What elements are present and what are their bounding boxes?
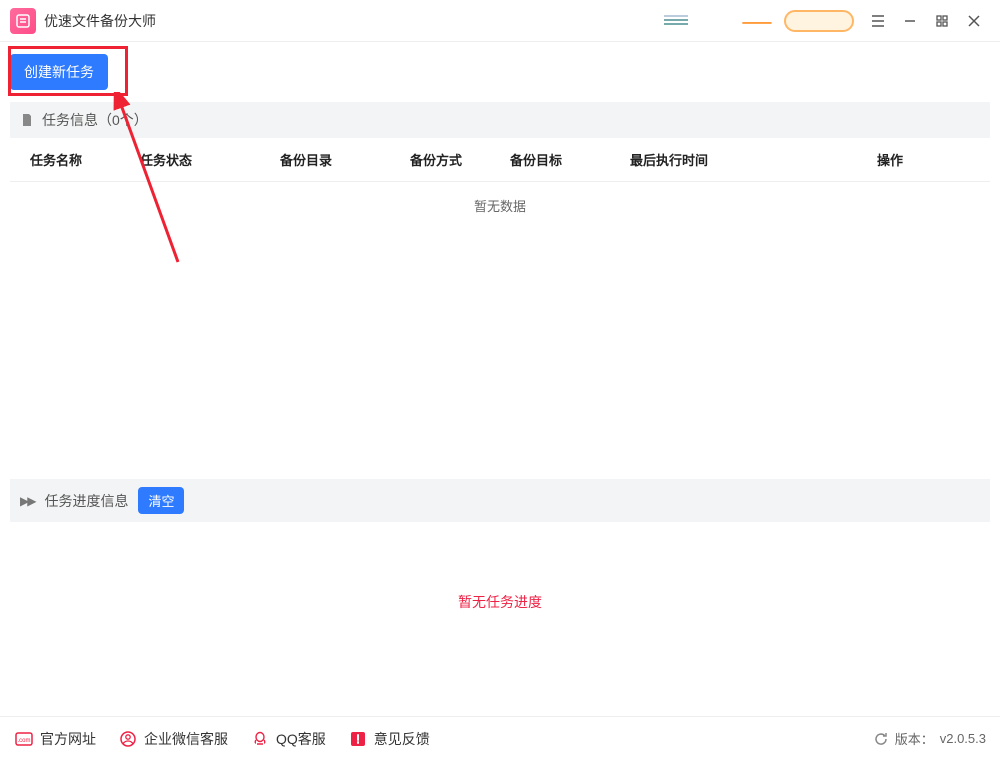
wechat-service-icon — [118, 729, 138, 749]
version-info[interactable]: 版本： v2.0.5.3 — [873, 729, 986, 748]
version-value: v2.0.5.3 — [940, 731, 986, 746]
progress-section-header: ▶▶ 任务进度信息 清空 — [10, 479, 990, 522]
task-section-title: 任务信息（0个） — [42, 110, 148, 130]
footer-link-label: QQ客服 — [276, 729, 326, 749]
footer-link-feedback[interactable]: 意见反馈 — [348, 729, 430, 749]
titlebar-decor-icon — [662, 9, 690, 33]
task-table-header: 任务名称 任务状态 备份目录 备份方式 备份目标 最后执行时间 操作 — [10, 138, 990, 182]
col-task-name: 任务名称 — [20, 150, 140, 169]
maximize-icon[interactable] — [926, 5, 958, 37]
col-backup-target: 备份目标 — [510, 150, 630, 169]
task-table-empty: 暂无数据 — [10, 182, 990, 227]
footer-link-qq[interactable]: QQ客服 — [250, 729, 326, 749]
footer-link-label: 意见反馈 — [374, 729, 430, 749]
app-logo-icon — [10, 8, 36, 34]
col-backup-mode: 备份方式 — [410, 150, 510, 169]
close-icon[interactable] — [958, 5, 990, 37]
fast-forward-icon: ▶▶ — [20, 494, 34, 508]
col-backup-dir: 备份目录 — [280, 150, 410, 169]
task-info-section: 任务信息（0个） 任务名称 任务状态 备份目录 备份方式 备份目标 最后执行时间… — [10, 102, 990, 467]
col-task-status: 任务状态 — [140, 150, 280, 169]
footer: .com 官方网址 企业微信客服 QQ客服 意见反馈 版本： v2.0.5.3 — [0, 716, 1000, 760]
version-label: 版本： — [895, 729, 934, 748]
feedback-icon — [348, 729, 368, 749]
footer-link-label: 企业微信客服 — [144, 729, 228, 749]
progress-section: ▶▶ 任务进度信息 清空 暂无任务进度 — [10, 479, 990, 692]
clear-button[interactable]: 清空 — [138, 487, 184, 514]
app-title: 优速文件备份大师 — [44, 11, 156, 31]
svg-text:.com: .com — [17, 738, 30, 744]
task-section-header: 任务信息（0个） — [10, 102, 990, 138]
footer-link-official[interactable]: .com 官方网址 — [14, 729, 96, 749]
col-actions: 操作 — [800, 150, 980, 169]
menu-icon[interactable] — [862, 5, 894, 37]
qq-icon — [250, 729, 270, 749]
titlebar-decor-dash: ⸺ — [738, 8, 776, 34]
progress-empty: 暂无任务进度 — [10, 522, 990, 692]
titlebar: 优速文件备份大师 ⸺ — [0, 0, 1000, 42]
refresh-icon — [873, 731, 889, 747]
minimize-icon[interactable] — [894, 5, 926, 37]
footer-link-wechat[interactable]: 企业微信客服 — [118, 729, 228, 749]
col-last-exec: 最后执行时间 — [630, 150, 800, 169]
toolbar: 创建新任务 — [0, 42, 1000, 102]
document-icon — [20, 113, 34, 127]
website-icon: .com — [14, 729, 34, 749]
footer-link-label: 官方网址 — [40, 729, 96, 749]
titlebar-badge[interactable] — [784, 10, 854, 32]
progress-section-title: 任务进度信息 — [44, 491, 128, 511]
create-task-button[interactable]: 创建新任务 — [10, 54, 108, 90]
